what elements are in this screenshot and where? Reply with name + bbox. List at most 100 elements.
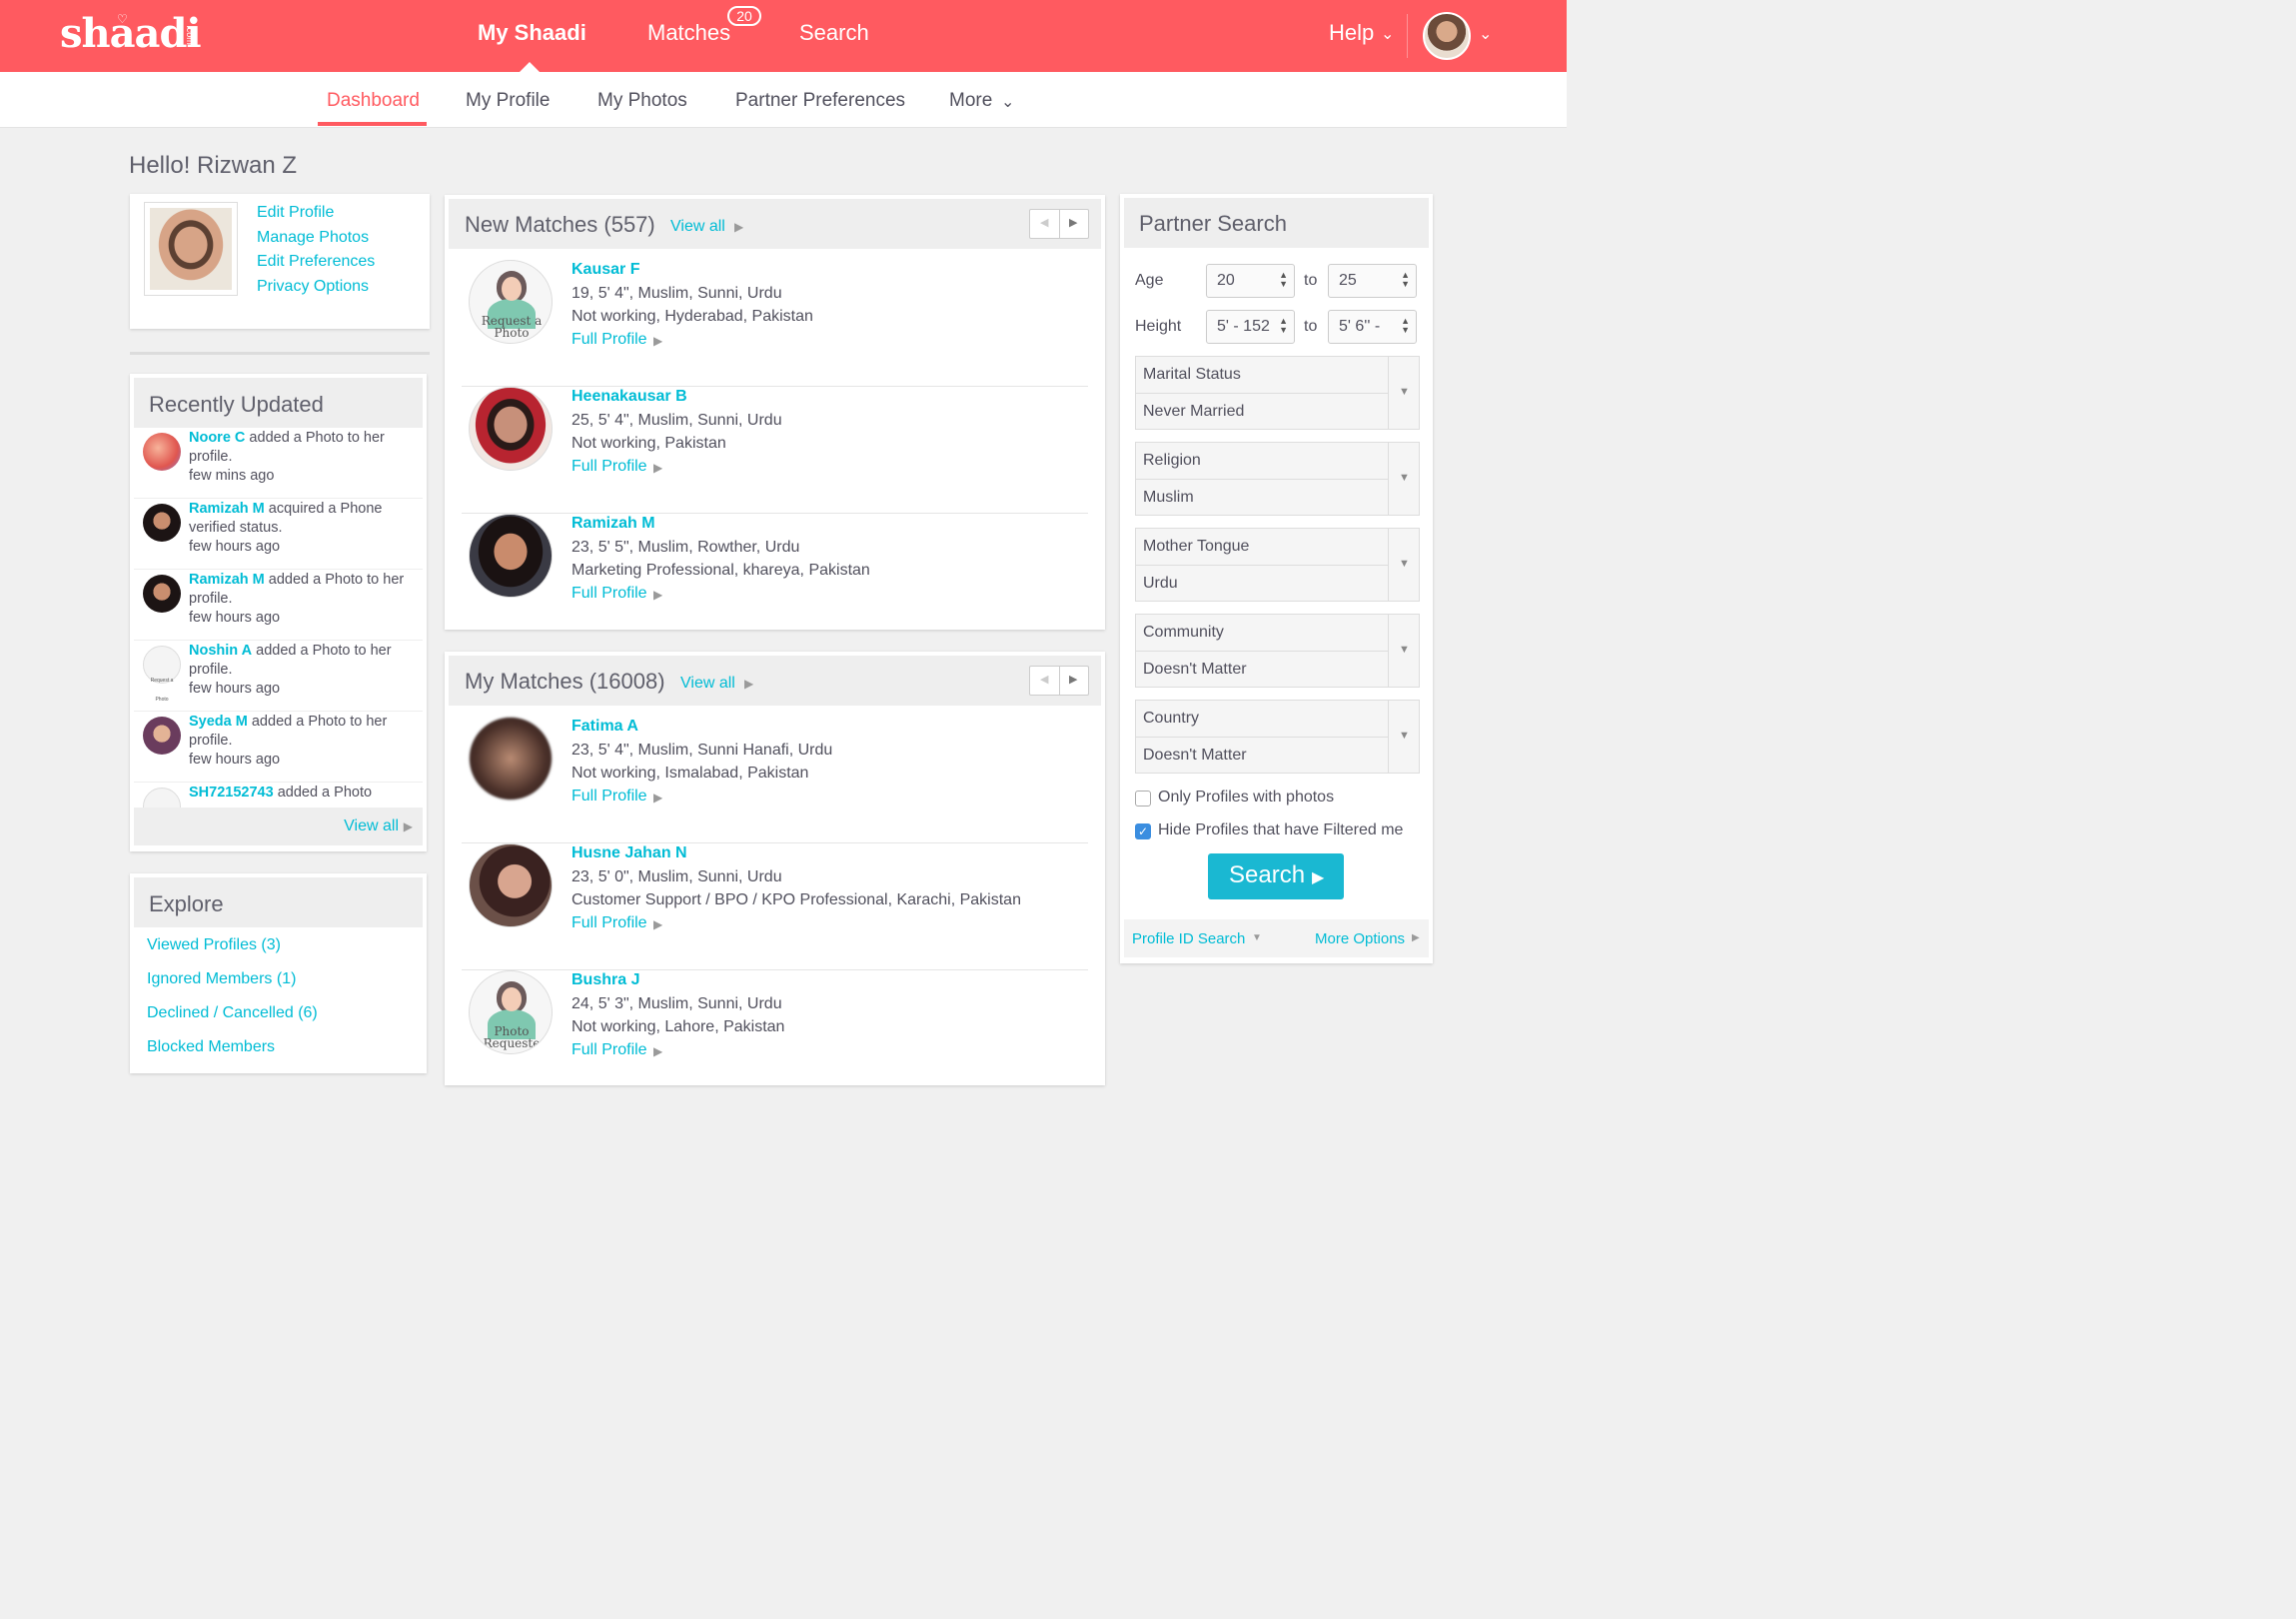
match-photo[interactable]: [469, 514, 553, 598]
match-name[interactable]: Ramizah M: [572, 515, 655, 533]
edit-preferences-link[interactable]: Edit Preferences: [257, 253, 375, 271]
avatar[interactable]: [143, 717, 181, 755]
match-photo[interactable]: [469, 717, 553, 801]
ignored-members-link[interactable]: Ignored Members (1): [147, 970, 296, 988]
activity-name[interactable]: Ramizah M: [189, 501, 265, 517]
marital-status-dropdown[interactable]: Marital Status Never Married ▼: [1135, 356, 1420, 430]
viewed-profiles-link[interactable]: Viewed Profiles (3): [147, 936, 281, 954]
edit-profile-link[interactable]: Edit Profile: [257, 204, 334, 222]
view-all-link[interactable]: View all: [344, 817, 399, 835]
chevron-down-icon[interactable]: ⌄: [1381, 24, 1394, 44]
section-title: My Matches (16008): [465, 669, 665, 694]
activity-item[interactable]: Noore C added a Photo to her profile. few…: [134, 428, 423, 499]
match-name[interactable]: Kausar F: [572, 261, 639, 279]
match-row: Request a Photo Kausar F 19, 5' 4", Musl…: [462, 260, 1088, 387]
privacy-options-link[interactable]: Privacy Options: [257, 278, 369, 296]
activity-time: few hours ago: [189, 752, 281, 768]
mother-tongue-dropdown[interactable]: Mother Tongue Urdu ▼: [1135, 528, 1420, 602]
caret-right-icon: ▶: [1312, 869, 1325, 886]
profile-photo[interactable]: [144, 202, 238, 296]
full-profile-link[interactable]: Full Profile: [572, 914, 647, 932]
nav-matches[interactable]: Matches: [647, 20, 730, 46]
nav-my-shaadi[interactable]: My Shaadi: [478, 20, 586, 46]
search-button[interactable]: Search ▶: [1208, 853, 1344, 899]
activity-name[interactable]: Noore C: [189, 430, 245, 446]
tab-more[interactable]: More: [949, 90, 992, 112]
match-photo[interactable]: [469, 387, 553, 471]
avatar[interactable]: [143, 433, 181, 471]
hide-filtered-checkbox[interactable]: ✓: [1135, 823, 1151, 839]
age-to-select[interactable]: 25 ▲ ▼: [1328, 264, 1417, 298]
next-arrow-icon[interactable]: ▶: [1069, 673, 1077, 686]
prev-arrow-icon[interactable]: ◀: [1040, 216, 1048, 229]
age-to-value: 25: [1339, 272, 1357, 289]
match-name[interactable]: Husne Jahan N: [572, 844, 687, 862]
partner-search-card: Partner Search Age 20 ▲ ▼ to 25 ▲ ▼ Height…: [1120, 194, 1433, 963]
view-all-link[interactable]: View all: [670, 218, 725, 236]
chevron-down-icon[interactable]: ⌄: [1479, 24, 1492, 44]
only-photos-label[interactable]: Only Profiles with photos: [1158, 789, 1334, 807]
full-profile-link[interactable]: Full Profile: [572, 585, 647, 603]
match-row: Husne Jahan N 23, 5' 0", Muslim, Sunni, …: [462, 843, 1088, 970]
avatar[interactable]: [143, 575, 181, 613]
religion-dropdown[interactable]: Religion Muslim ▼: [1135, 442, 1420, 516]
activity-time: few hours ago: [189, 681, 281, 697]
activity-name[interactable]: Ramizah M: [189, 572, 265, 588]
activity-name[interactable]: SH72152743: [189, 785, 274, 801]
next-arrow-icon[interactable]: ▶: [1069, 216, 1077, 229]
dropdown-label: Mother Tongue: [1143, 538, 1250, 555]
height-to-select[interactable]: 5' 6'' - ▲ ▼: [1328, 310, 1417, 344]
chevron-down-icon[interactable]: ⌄: [1001, 92, 1014, 112]
view-all-bar: View all ▶: [134, 808, 423, 845]
full-profile-link[interactable]: Full Profile: [572, 1041, 647, 1059]
activity-time: few hours ago: [189, 539, 281, 555]
activity-item[interactable]: Ramizah M acquired a Phone verified stat…: [134, 499, 423, 570]
caret-right-icon: ▶: [653, 588, 663, 602]
more-options-link[interactable]: More Options: [1315, 930, 1405, 947]
match-photo[interactable]: Photo Requeste: [469, 970, 553, 1054]
match-name[interactable]: Heenakausar B: [572, 388, 687, 406]
tab-my-photos[interactable]: My Photos: [597, 90, 687, 112]
manage-photos-link[interactable]: Manage Photos: [257, 229, 369, 247]
user-avatar[interactable]: [1423, 12, 1471, 60]
match-name[interactable]: Bushra J: [572, 971, 639, 989]
spinner-icon: ▲ ▼: [1279, 316, 1288, 335]
divider: [1407, 14, 1408, 58]
activity-item[interactable]: Ramizah M added a Photo to her profile. f…: [134, 570, 423, 641]
activity-item[interactable]: Syeda M added a Photo to her profile. few…: [134, 712, 423, 783]
caret-down-icon: ▼: [1252, 932, 1262, 943]
match-name[interactable]: Fatima A: [572, 718, 638, 736]
nav-search[interactable]: Search: [799, 20, 869, 46]
tab-partner-preferences[interactable]: Partner Preferences: [735, 90, 905, 112]
full-profile-link[interactable]: Full Profile: [572, 458, 647, 476]
tab-dashboard[interactable]: Dashboard: [327, 90, 420, 112]
activity-name[interactable]: Syeda M: [189, 714, 248, 730]
hide-filtered-label[interactable]: Hide Profiles that have Filtered me: [1158, 821, 1403, 839]
full-profile-link[interactable]: Full Profile: [572, 331, 647, 349]
match-photo[interactable]: [469, 843, 553, 927]
match-photo[interactable]: Request a Photo: [469, 260, 553, 344]
avatar[interactable]: [143, 504, 181, 542]
activity-item[interactable]: Request a Photo Noshin A added a Photo t…: [134, 641, 423, 712]
tab-my-profile[interactable]: My Profile: [466, 90, 550, 112]
full-profile-link[interactable]: Full Profile: [572, 788, 647, 806]
age-from-select[interactable]: 20 ▲ ▼: [1206, 264, 1295, 298]
profile-card: Edit Profile Manage Photos Edit Preferen…: [130, 194, 430, 329]
community-dropdown[interactable]: Community Doesn't Matter ▼: [1135, 614, 1420, 688]
help-menu[interactable]: Help: [1329, 20, 1374, 46]
match-details: 19, 5' 4", Muslim, Sunni, Urdu: [572, 285, 782, 302]
match-row: Photo Requeste Bushra J 24, 5' 3", Musli…: [462, 970, 1088, 1097]
avatar[interactable]: Request a Photo: [143, 646, 181, 703]
declined-cancelled-link[interactable]: Declined / Cancelled (6): [147, 1004, 318, 1022]
profile-id-search-link[interactable]: Profile ID Search: [1132, 930, 1245, 947]
shaadi-logo[interactable]: shaadi ♡ .com: [60, 10, 202, 57]
height-from-select[interactable]: 5' - 152 ▲ ▼: [1206, 310, 1295, 344]
view-all-link[interactable]: View all: [680, 675, 735, 693]
only-photos-checkbox[interactable]: [1135, 791, 1151, 807]
dropdown-value: Doesn't Matter: [1136, 737, 1388, 774]
activity-name[interactable]: Noshin A: [189, 643, 252, 659]
prev-arrow-icon[interactable]: ◀: [1040, 673, 1048, 686]
caret-right-icon: ▶: [1412, 932, 1420, 943]
blocked-members-link[interactable]: Blocked Members: [147, 1038, 275, 1056]
country-dropdown[interactable]: Country Doesn't Matter ▼: [1135, 700, 1420, 774]
